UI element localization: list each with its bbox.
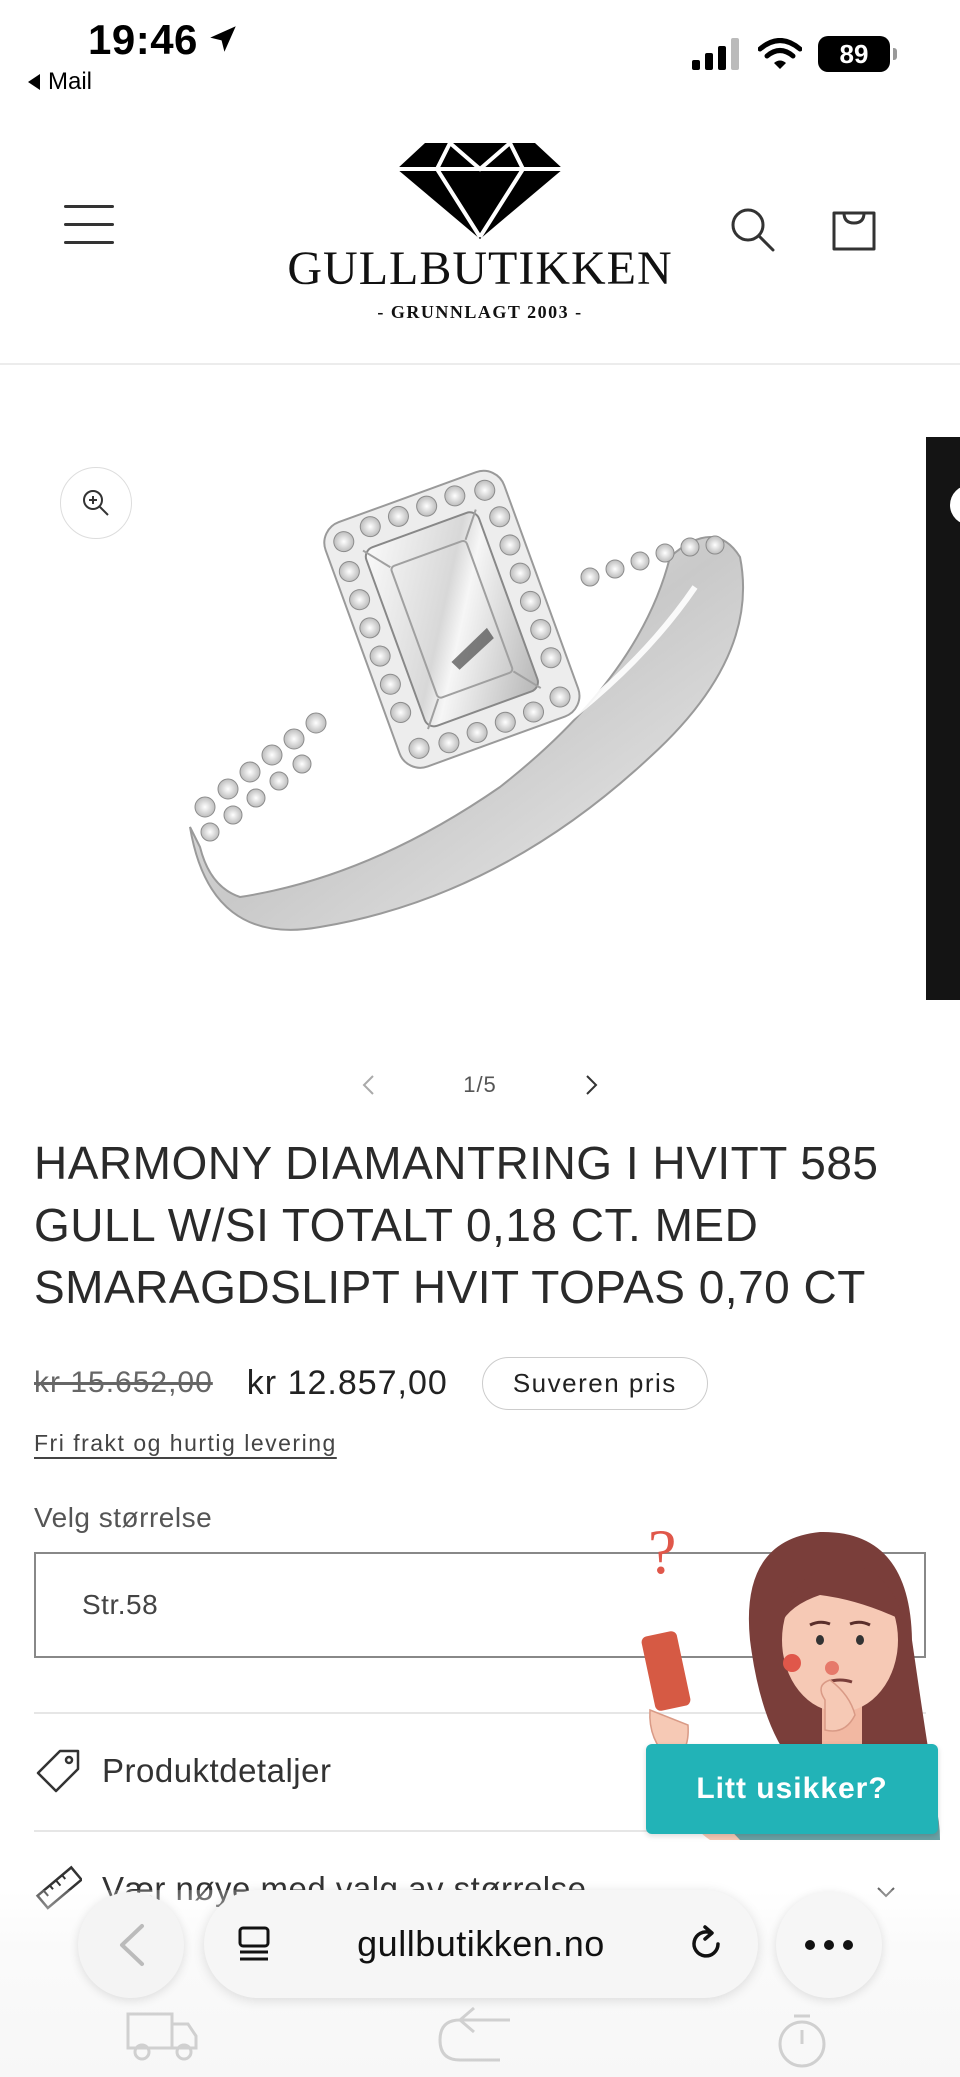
shipping-link[interactable]: Fri frakt og hurtig levering bbox=[34, 1430, 337, 1457]
diamond-logo-icon bbox=[397, 141, 563, 239]
wifi-icon bbox=[758, 38, 802, 69]
reload-icon[interactable] bbox=[684, 1922, 728, 1966]
next-slide-preview[interactable] bbox=[926, 437, 960, 1000]
delivery-truck-icon bbox=[126, 2012, 198, 2061]
location-arrow-icon bbox=[210, 26, 236, 52]
ring-product-image bbox=[189, 469, 744, 931]
next-slide-button[interactable] bbox=[577, 1070, 607, 1100]
url-text: gullbutikken.no bbox=[357, 1923, 605, 1964]
more-dots-icon bbox=[805, 1940, 853, 1950]
status-bar: 19:46 Mail 89 bbox=[0, 0, 960, 105]
size-label: Velg størrelse bbox=[34, 1502, 213, 1533]
search-icon[interactable] bbox=[728, 205, 776, 253]
chevron-left-icon bbox=[120, 1924, 144, 1966]
zoom-in-icon bbox=[83, 490, 109, 516]
logo-tagline: - GRUNNLAGT 2003 - bbox=[377, 301, 583, 322]
site-logo[interactable]: GULLBUTIKKEN - GRUNNLAGT 2003 - bbox=[280, 141, 680, 323]
more-options-button[interactable] bbox=[776, 1892, 882, 1998]
chevron-left-icon bbox=[362, 1075, 374, 1095]
zoom-button[interactable] bbox=[60, 467, 132, 539]
sale-price: kr 12.857,00 bbox=[246, 1363, 448, 1402]
cart-icon[interactable] bbox=[828, 201, 880, 253]
battery-indicator: 89 bbox=[818, 36, 897, 72]
price-row: kr 15.652,00 kr 12.857,00 Suveren pris bbox=[34, 1354, 708, 1412]
original-price: kr 15.652,00 bbox=[34, 1366, 213, 1399]
product-title: HARMONY DIAMANTRING I HVITT 585 GULL W/S… bbox=[34, 1137, 879, 1313]
cellular-signal-icon bbox=[692, 38, 739, 70]
menu-icon[interactable] bbox=[64, 205, 114, 247]
return-arrow-icon bbox=[438, 2006, 510, 2062]
browser-back-button[interactable] bbox=[78, 1892, 184, 1998]
status-time: 19:46 bbox=[88, 16, 198, 63]
chevron-right-icon bbox=[586, 1075, 598, 1095]
timer-icon bbox=[778, 2014, 826, 2068]
sale-badge: Suveren pris bbox=[481, 1356, 708, 1410]
logo-name: GULLBUTIKKEN bbox=[287, 242, 673, 295]
accordion-label: Produktdetaljer bbox=[102, 1752, 332, 1789]
site-header: GULLBUTIKKEN - GRUNNLAGT 2003 - bbox=[0, 105, 960, 365]
product-gallery[interactable] bbox=[0, 367, 960, 1047]
slide-counter: 1/5 bbox=[463, 1072, 497, 1097]
question-mark: ? bbox=[648, 1516, 677, 1587]
help-button[interactable]: Litt usikker? bbox=[646, 1744, 938, 1834]
tag-icon bbox=[36, 1749, 80, 1793]
slider-controls: 1/5 bbox=[0, 1060, 960, 1110]
status-indicators: 89 bbox=[692, 36, 897, 72]
back-triangle-icon bbox=[28, 74, 40, 90]
previous-slide-button[interactable] bbox=[353, 1070, 383, 1100]
address-bar[interactable]: gullbutikken.no bbox=[204, 1890, 758, 1998]
back-app-label: Mail bbox=[48, 68, 93, 95]
faded-usp-icons bbox=[126, 2006, 826, 2068]
back-to-mail-link[interactable]: Mail bbox=[28, 68, 92, 96]
